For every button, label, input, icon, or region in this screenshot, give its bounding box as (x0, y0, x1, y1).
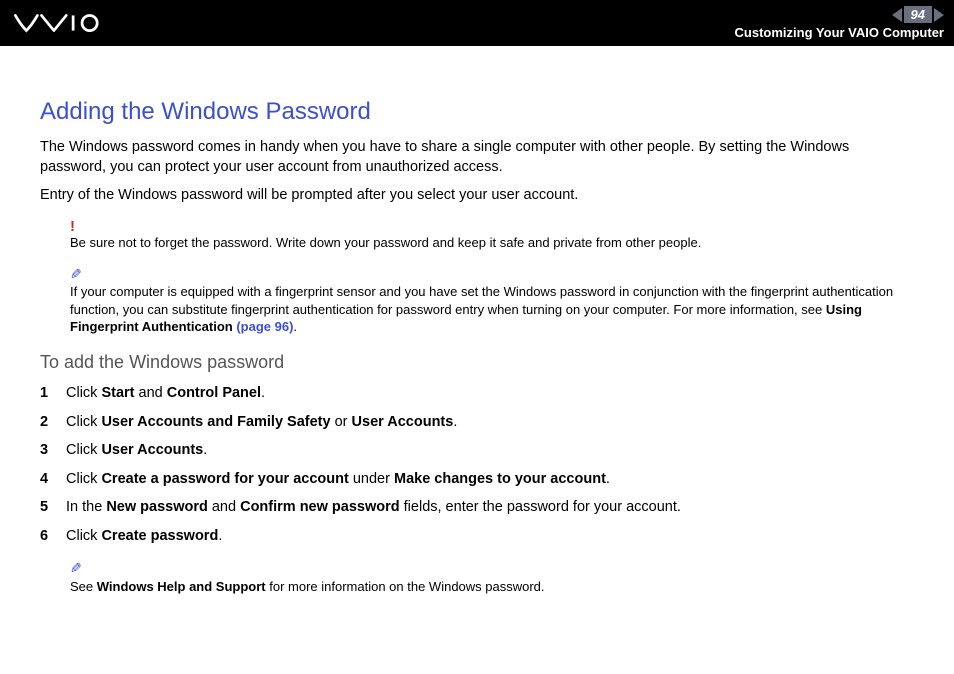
header-right: 94 Customizing Your VAIO Computer (735, 6, 944, 40)
tip-post: . (293, 319, 297, 334)
page-nav: 94 (892, 6, 944, 23)
step-num: 2 (40, 413, 66, 433)
footer-note: ✎ See Windows Help and Support for more … (70, 560, 914, 595)
step-num: 5 (40, 498, 66, 518)
pencil-icon: ✎ (70, 267, 82, 281)
footer-note-text: See Windows Help and Support for more in… (70, 578, 914, 596)
step-text: Click Create password. (66, 527, 222, 547)
warning-icon: ! (70, 219, 914, 234)
tip-text: If your computer is equipped with a fing… (70, 283, 914, 336)
page-number: 94 (904, 6, 932, 23)
step-text: Click Start and Control Panel. (66, 384, 265, 404)
step-item: 4Click Create a password for your accoun… (40, 470, 914, 490)
steps-list: 1Click Start and Control Panel. 2Click U… (40, 384, 914, 546)
step-text: Click User Accounts and Family Safety or… (66, 413, 457, 433)
step-num: 4 (40, 470, 66, 490)
step-text: In the New password and Confirm new pass… (66, 498, 681, 518)
step-item: 2Click User Accounts and Family Safety o… (40, 413, 914, 433)
intro-para-2: Entry of the Windows password will be pr… (40, 186, 914, 206)
next-page-icon[interactable] (934, 8, 944, 22)
warning-note: ! Be sure not to forget the password. Wr… (70, 219, 914, 252)
warning-text: Be sure not to forget the password. Writ… (70, 234, 914, 252)
step-item: 3Click User Accounts. (40, 441, 914, 461)
step-item: 5In the New password and Confirm new pas… (40, 498, 914, 518)
tip-pre: If your computer is equipped with a fing… (70, 284, 893, 317)
step-text: Click Create a password for your account… (66, 470, 610, 490)
step-text: Click User Accounts. (66, 441, 207, 461)
footer-bold: Windows Help and Support (97, 579, 266, 594)
vaio-logo (14, 12, 124, 34)
section-title: Customizing Your VAIO Computer (735, 25, 944, 40)
intro-para-1: The Windows password comes in handy when… (40, 138, 914, 177)
page-title: Adding the Windows Password (40, 96, 914, 128)
tip-note: ✎ If your computer is equipped with a fi… (70, 266, 914, 336)
header-bar: 94 Customizing Your VAIO Computer (0, 0, 954, 46)
step-item: 6Click Create password. (40, 527, 914, 547)
subheading: To add the Windows password (40, 350, 914, 374)
page-content: Adding the Windows Password The Windows … (0, 46, 954, 636)
step-num: 6 (40, 527, 66, 547)
footer-pre: See (70, 579, 97, 594)
pencil-icon: ✎ (70, 561, 82, 575)
step-num: 3 (40, 441, 66, 461)
footer-post: for more information on the Windows pass… (266, 579, 545, 594)
tip-link[interactable]: (page 96) (236, 319, 293, 334)
step-num: 1 (40, 384, 66, 404)
prev-page-icon[interactable] (892, 8, 902, 22)
step-item: 1Click Start and Control Panel. (40, 384, 914, 404)
